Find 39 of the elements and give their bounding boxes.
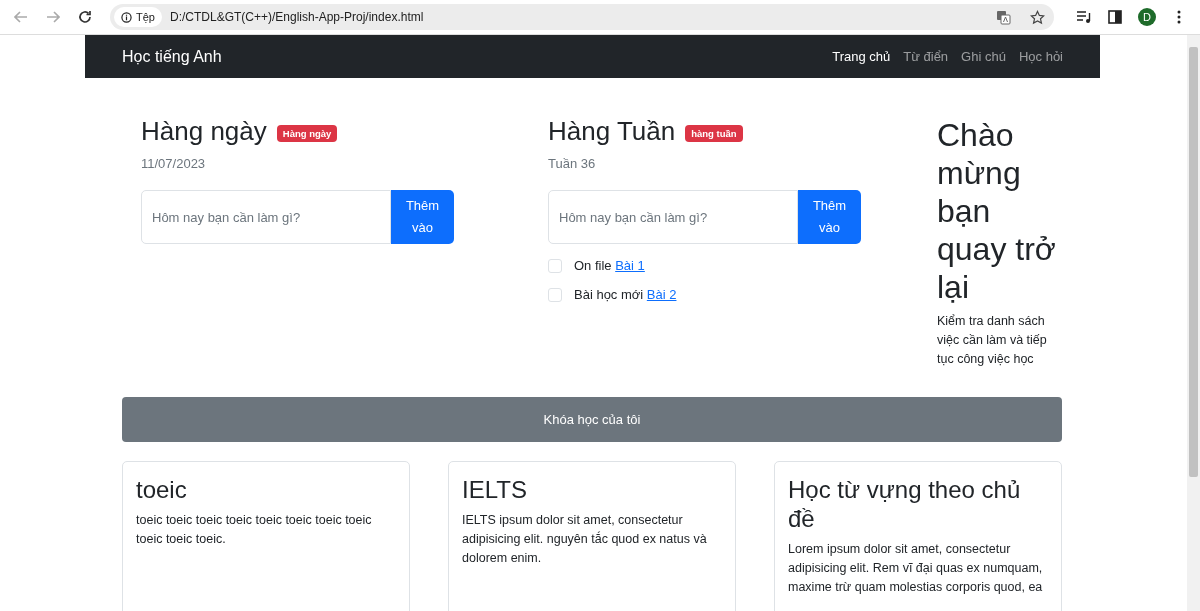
nav-link[interactable]: Ghi chú — [961, 49, 1006, 64]
task-input-field[interactable]: Hôm nay bạn cần làm gì? — [548, 190, 798, 244]
courses-header: Khóa học của tôi — [122, 397, 1062, 442]
card-title: Học từ vựng theo chủ đề — [788, 476, 1022, 534]
course-card[interactable]: Học từ vựng theo chủ đề Lorem ipsum dolor sit amet, consectetur adipisicing elit. Rem vĩ đại quas ex numquam, maxime trừ quam molestias corporis quod, ea — [774, 461, 1062, 611]
nav-link[interactable]: Học hỏi — [1018, 49, 1063, 64]
lesson-link[interactable]: Bài 1 — [615, 258, 645, 273]
date-subtitle: 11/07/2023 — [141, 156, 207, 171]
nav-link[interactable]: Trang chủ — [832, 49, 891, 64]
card-title: toeic — [136, 476, 188, 505]
nav-link[interactable]: Từ điển — [903, 49, 949, 64]
profile-avatar[interactable]: D — [1138, 8, 1156, 26]
address-bar[interactable]: Tệp D:/CTDL&GT(C++)/English-App-Proj/index.html — [110, 4, 1054, 30]
section-title: Hàng ngày — [141, 116, 267, 147]
url-text: D:/CTDL&GT(C++)/English-App-Proj/index.html — [169, 10, 425, 24]
card-text: IELTS ipsum dolor sit amet, consectetur adipisicing elit. nguyên tắc quod ex natus và dolorem enim. — [462, 511, 708, 567]
scrollbar[interactable] — [1187, 35, 1200, 611]
welcome-text: Kiểm tra danh sách việc cần làm và tiếp tục công việc học — [937, 313, 1048, 368]
brand-logo[interactable]: Học tiếng Anh — [122, 47, 222, 66]
info-icon — [121, 11, 132, 23]
lesson-link[interactable]: Bài 2 — [646, 287, 677, 302]
site-info-chip[interactable]: Tệp — [114, 7, 162, 27]
card-text: Lorem ipsum dolor sit amet, consectetur adipisicing elit. Rem vĩ đại quas ex numquam, maxime trừ quam molestias corporis quod, ea — [788, 540, 1044, 596]
badge: hàng tuần — [685, 125, 743, 142]
card-title: IELTS — [462, 476, 528, 505]
course-card[interactable]: toeic toeic toeic toeic toeic toeic toeic toeic toeic toeic toeic toeic. — [122, 461, 410, 611]
add-button[interactable]: Thêm vào — [798, 190, 861, 244]
task-label: Bài học mới Bài 2 — [574, 287, 677, 302]
date-subtitle: Tuần 36 — [548, 156, 597, 171]
task-input-field[interactable]: Hôm nay bạn cần làm gì? — [141, 190, 391, 244]
welcome-heading: Chào mừng bạn quay trở lại — [937, 116, 1057, 306]
badge: Hàng ngày — [276, 125, 338, 142]
add-button[interactable]: Thêm vào — [391, 190, 454, 244]
checkbox[interactable] — [548, 287, 562, 302]
checkbox[interactable] — [548, 258, 562, 273]
section-title: Hàng Tuần — [548, 116, 676, 147]
task-label: On file Bài 1 — [574, 258, 645, 273]
course-card[interactable]: IELTS IELTS ipsum dolor sit amet, consectetur adipisicing elit. nguyên tắc quod ex natus và dolorem enim. — [448, 461, 736, 611]
card-text: toeic toeic toeic toeic toeic toeic toeic toeic toeic toeic toeic. — [136, 511, 373, 548]
